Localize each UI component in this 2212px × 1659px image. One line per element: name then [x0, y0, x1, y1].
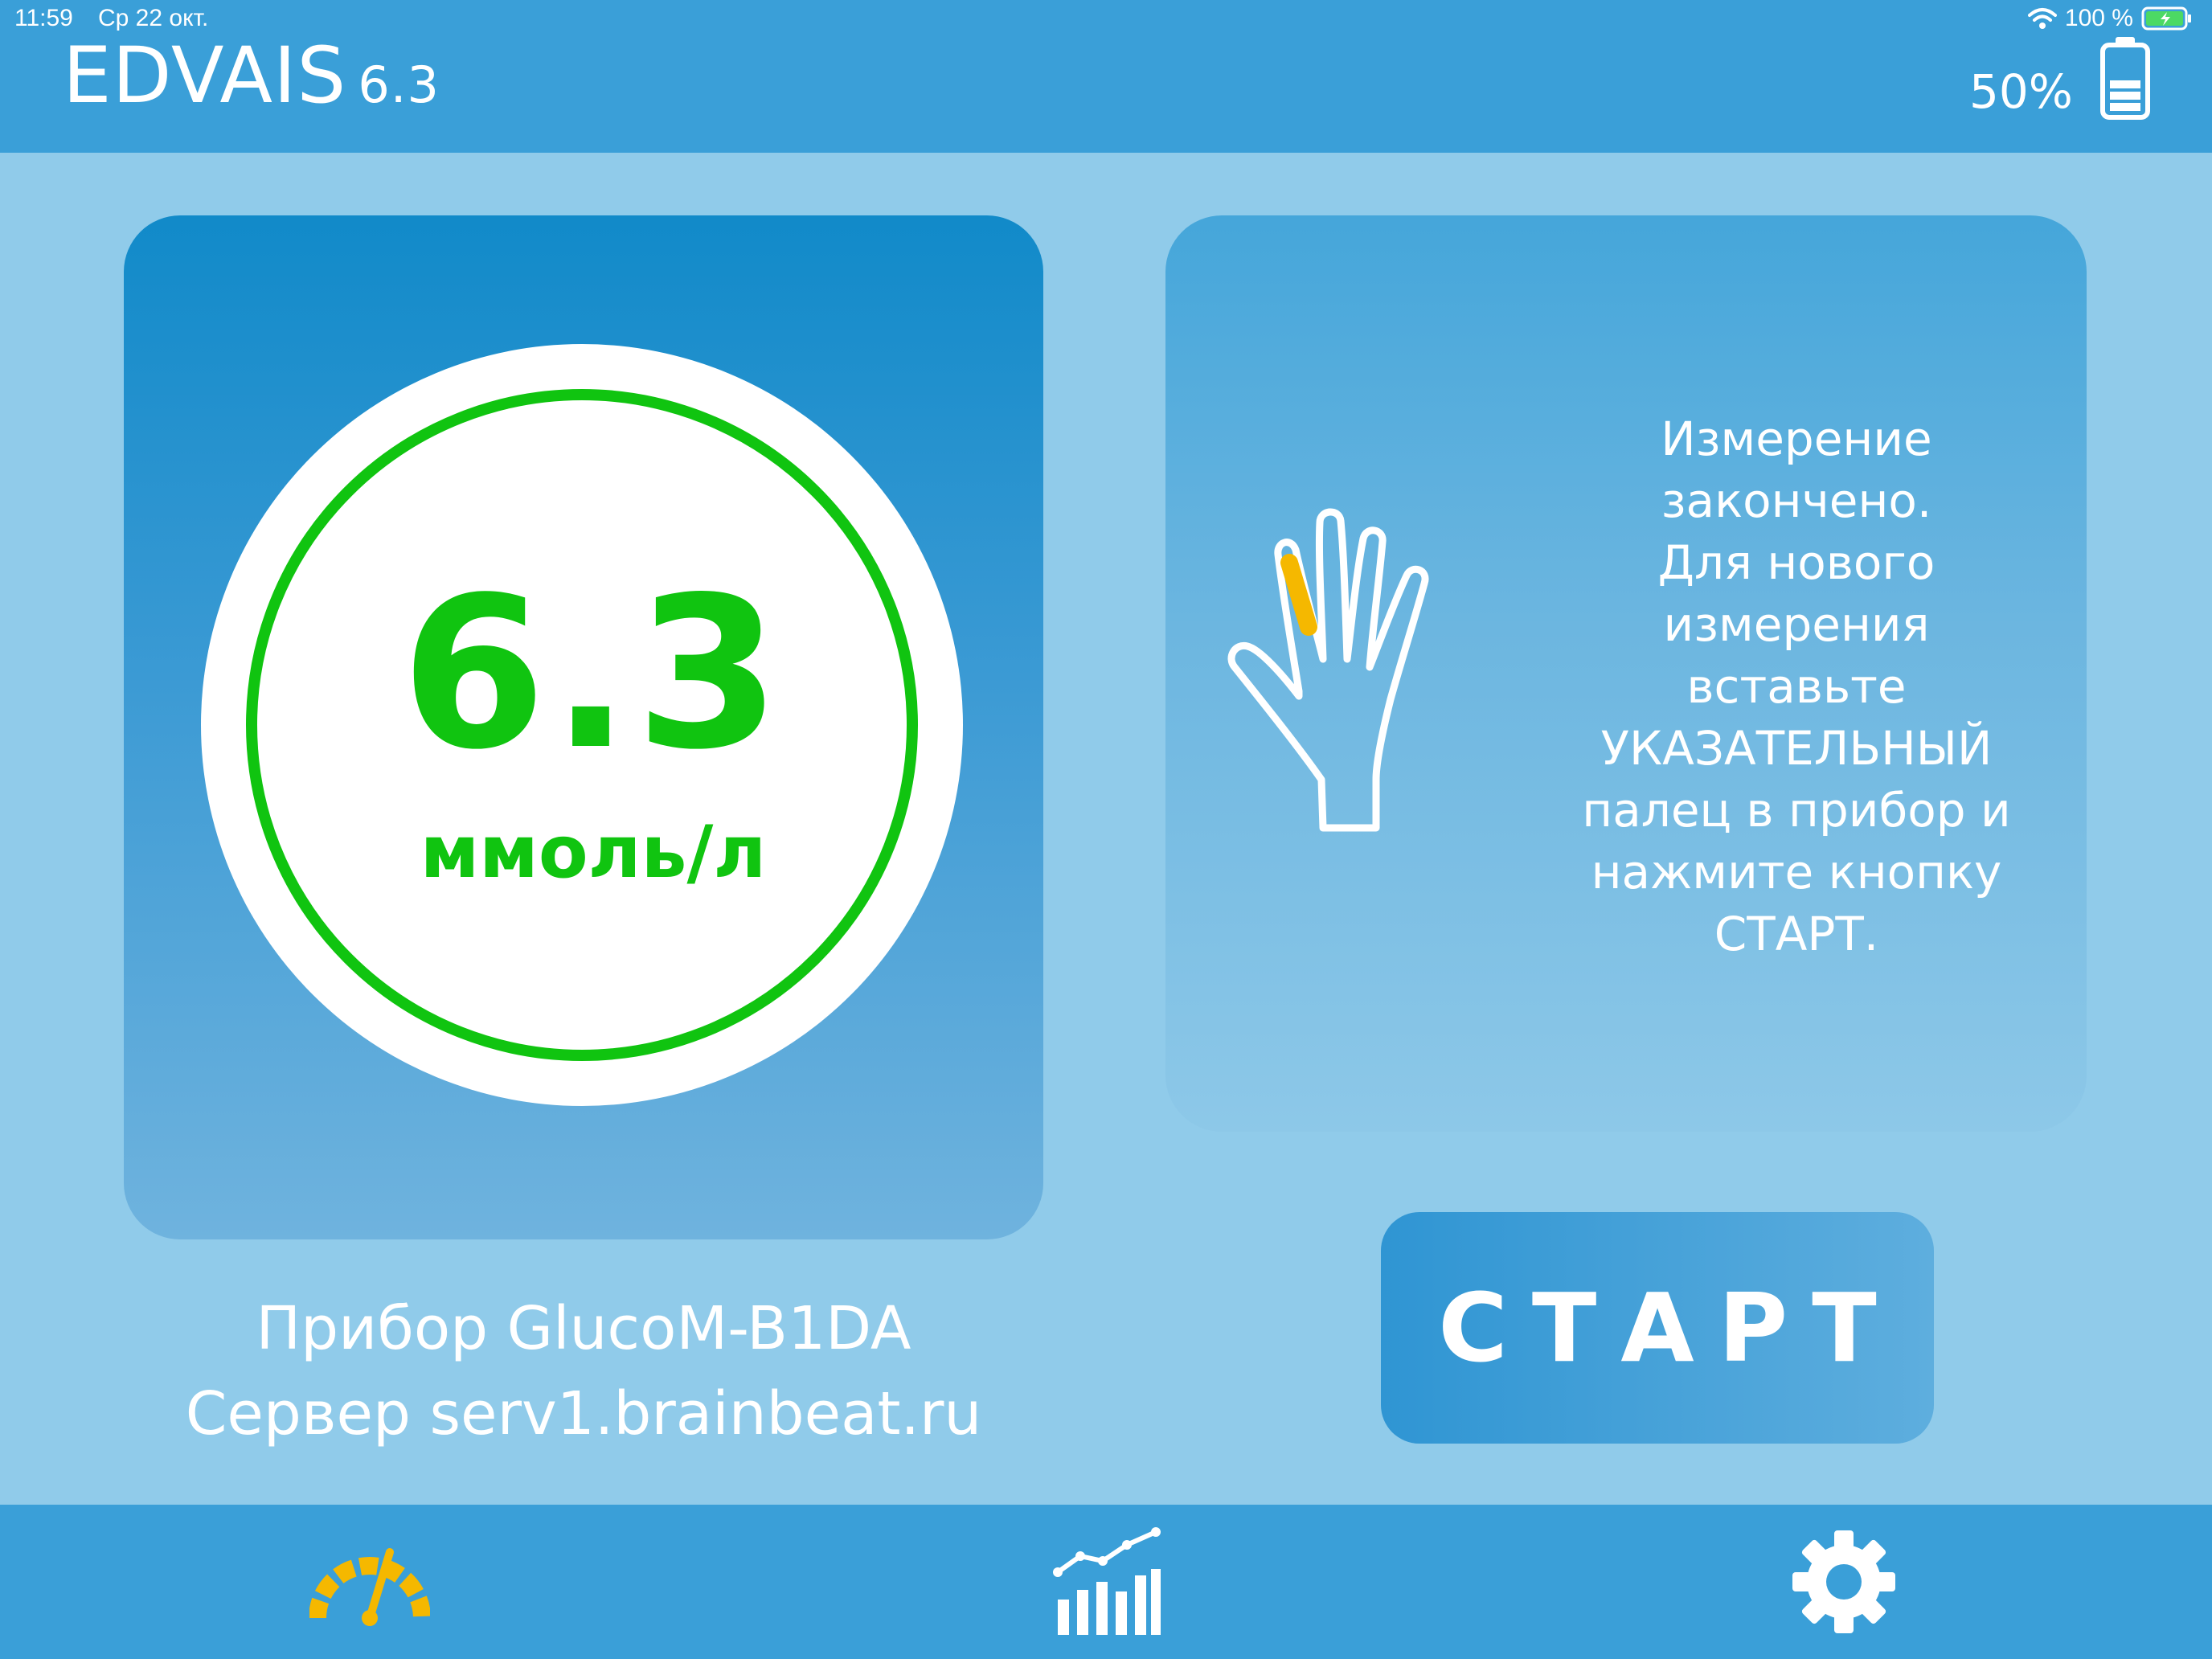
result-ring: 6.3 ммоль/л	[246, 389, 918, 1061]
instruction-line: палец в прибор и	[1582, 783, 2011, 838]
device-info: Прибор GlucoM-B1DA Сервер serv1.brainbea…	[124, 1286, 1043, 1456]
statistics-icon	[1053, 1527, 1161, 1635]
instruction-line: Для нового	[1657, 535, 1936, 590]
app-version: 6.3	[358, 55, 440, 114]
instruction-line: УКАЗАТЕЛЬНЫЙ	[1600, 721, 1993, 776]
wifi-icon	[2027, 8, 2057, 29]
status-battery-percent: 100 %	[2064, 5, 2133, 31]
device-battery-icon	[2100, 37, 2150, 120]
hand-icon	[1227, 508, 1429, 832]
gear-icon	[1792, 1530, 1895, 1633]
device-battery-percent: 50%	[1969, 64, 2073, 119]
app-title: EDVAIS 6.3	[63, 31, 440, 121]
tab-bar	[0, 1505, 2212, 1659]
instruction-line: нажмите кнопку	[1591, 845, 2002, 899]
tab-settings[interactable]	[1723, 1505, 1964, 1659]
instruction-line: Измерение	[1661, 412, 1932, 466]
server-name: Сервер serv1.brainbeat.ru	[185, 1379, 982, 1448]
result-card: 6.3 ммоль/л	[124, 215, 1043, 1239]
start-button[interactable]: СТАРТ	[1381, 1212, 1934, 1444]
glucose-value: 6.3	[400, 553, 786, 796]
status-time: 11:59	[14, 5, 73, 31]
system-status-bar: 11:59 Ср 22 окт. 100 %	[0, 0, 2212, 39]
glucose-unit: ммоль/л	[420, 810, 767, 895]
gauge-icon	[309, 1548, 430, 1626]
tab-measurement[interactable]	[249, 1505, 490, 1659]
result-circle: 6.3 ммоль/л	[201, 344, 963, 1106]
status-date: Ср 22 окт.	[98, 5, 209, 31]
instruction-line: СТАРТ.	[1714, 907, 1879, 961]
app-name: EDVAIS	[63, 31, 347, 121]
instruction-line: закончено.	[1661, 473, 1932, 528]
instruction-line: измерения	[1663, 597, 1930, 652]
instruction-text: Измерение закончено. Для нового измерени…	[1535, 408, 2058, 965]
instruction-card: Измерение закончено. Для нового измерени…	[1165, 215, 2087, 1132]
tab-statistics[interactable]	[987, 1505, 1228, 1659]
status-right: 100 %	[2027, 5, 2193, 32]
instruction-line: вставьте	[1686, 659, 1907, 714]
charging-battery-icon	[2141, 6, 2191, 31]
device-name: Прибор GlucoM-B1DA	[256, 1294, 911, 1363]
